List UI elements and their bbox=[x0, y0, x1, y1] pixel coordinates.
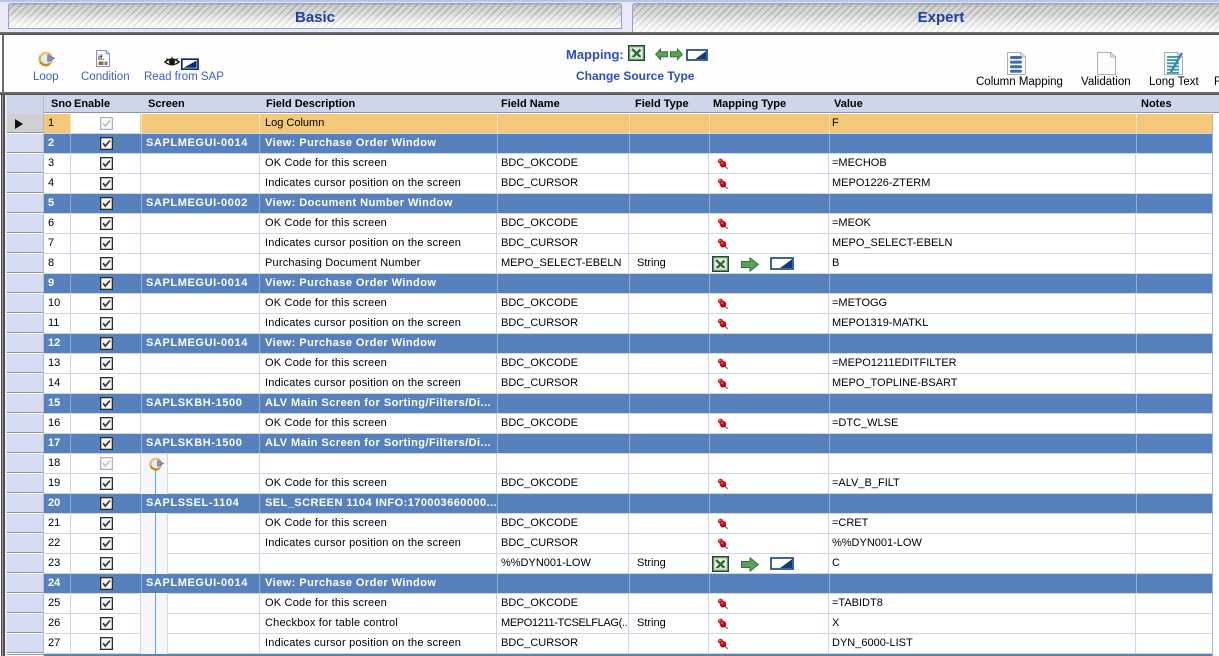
svg-text:if.: if. bbox=[98, 55, 104, 62]
